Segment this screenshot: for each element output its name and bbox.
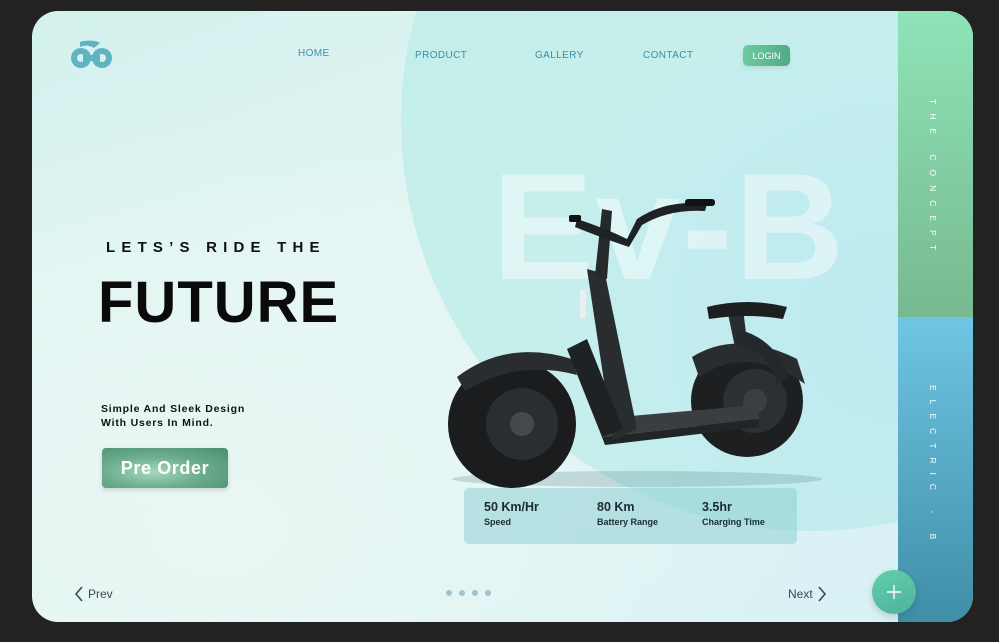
prev-label: Prev [88,587,113,601]
next-button[interactable]: Next [788,586,827,602]
hero-tagline: LETS’S RIDE THE [106,239,326,256]
scooter-image [448,199,822,488]
sidebar-concept-label: THE CONCEPT [928,99,938,259]
spec-range: 80 Km Battery Range [597,500,658,527]
plus-icon [887,585,901,599]
hero-card: HOME PRODUCT GALLERY CONTACT LOGIN Ev-B … [32,11,973,622]
slide-dot[interactable] [485,590,491,596]
pre-order-button[interactable]: Pre Order [102,448,228,488]
login-button[interactable]: LOGIN [743,45,790,66]
slide-dot[interactable] [459,590,465,596]
add-button[interactable] [872,570,916,614]
slide-dot[interactable] [472,590,478,596]
spec-charge-label: Charging Time [702,517,765,527]
slide-dot[interactable] [446,590,452,596]
nav-product[interactable]: PRODUCT [415,50,467,61]
spec-charge-value: 3.5hr [702,500,732,514]
spec-range-value: 80 Km [597,500,635,514]
spec-speed-value: 50 Km/Hr [484,500,539,514]
prev-button[interactable]: Prev [74,586,113,602]
spec-speed: 50 Km/Hr Speed [484,500,539,527]
spec-speed-label: Speed [484,517,512,527]
slide-dots [446,590,491,596]
spec-range-label: Battery Range [597,517,659,527]
chevron-left-icon [74,586,83,602]
nav-home[interactable]: HOME [298,48,330,59]
nav-gallery[interactable]: GALLERY [535,50,584,61]
sidebar-electric-label: ELECTRIC - B [928,385,938,549]
next-label: Next [788,587,813,601]
hero-description: Simple And Sleek Design With Users In Mi… [101,403,246,429]
chevron-right-icon [818,586,826,602]
spec-charge: 3.5hr Charging Time [702,500,765,527]
nav-contact[interactable]: CONTACT [643,50,693,61]
hero-headline: FUTURE [98,270,340,335]
brand-logo-icon[interactable] [70,40,114,70]
sidebar-concept-panel[interactable]: THE CONCEPT [898,11,973,317]
specs-panel: 50 Km/Hr Speed 80 Km Battery Range 3.5hr… [464,488,797,544]
